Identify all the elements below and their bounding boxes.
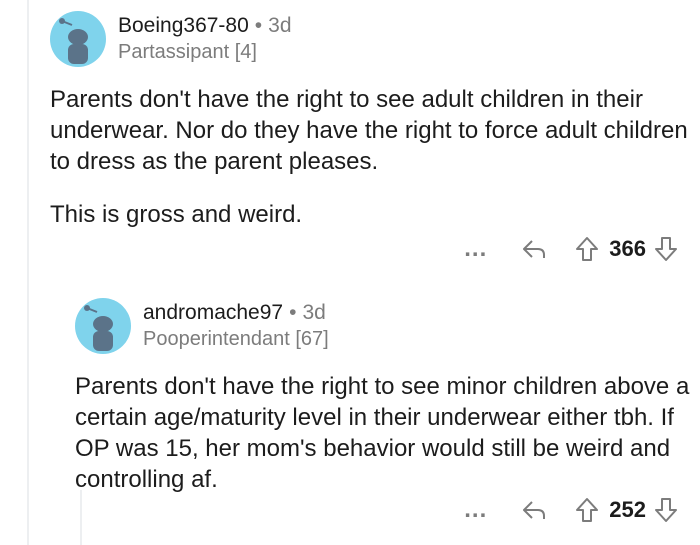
reply-comment: andromache97 • 3d Pooperintendant [67] Par…	[75, 295, 690, 522]
snoo-avatar-icon	[59, 18, 88, 64]
separator: •	[254, 14, 263, 37]
comment-paragraph: This is gross and weird.	[50, 201, 303, 228]
reply-arrow-icon[interactable]	[521, 238, 547, 260]
comment-header: Boeing367-80 • 3d Partassipant [4]	[50, 8, 690, 70]
separator: •	[289, 301, 297, 324]
comment-body: Parents don't have the right to see adul…	[50, 84, 690, 230]
comment-meta: Boeing367-80 • 3d Partassipant [4]	[118, 13, 292, 65]
downvote-arrow-icon[interactable]	[654, 236, 678, 262]
more-options-icon[interactable]: ...	[464, 237, 487, 261]
avatar[interactable]	[50, 11, 106, 67]
snoo-avatar-icon	[84, 305, 113, 351]
upvote-arrow-icon[interactable]	[575, 236, 599, 262]
comment-body: Parents don't have the right to see mino…	[75, 371, 690, 495]
comment-actions: ... 366	[464, 234, 678, 264]
vote-score: 252	[609, 497, 646, 522]
vote-score: 366	[609, 236, 646, 261]
comment-actions: ... 252	[464, 495, 678, 525]
username[interactable]: andromache97	[143, 301, 283, 324]
thread-line[interactable]	[27, 0, 29, 545]
avatar[interactable]	[75, 298, 131, 354]
upvote-arrow-icon[interactable]	[575, 497, 599, 523]
comment-age: 3d	[268, 14, 292, 37]
username[interactable]: Boeing367-80	[118, 14, 249, 37]
user-flair: Pooperintendant [67]	[143, 328, 329, 350]
comment-paragraph: Parents don't have the right to see adul…	[50, 86, 688, 175]
downvote-arrow-icon[interactable]	[654, 497, 678, 523]
user-flair: Partassipant [4]	[118, 41, 257, 63]
more-options-icon[interactable]: ...	[464, 498, 487, 522]
comment-meta: andromache97 • 3d Pooperintendant [67]	[143, 300, 329, 352]
comment-header: andromache97 • 3d Pooperintendant [67]	[75, 295, 690, 357]
comment-paragraph: Parents don't have the right to see mino…	[75, 373, 690, 493]
comment: Boeing367-80 • 3d Partassipant [4] Parents…	[50, 8, 690, 261]
reply-arrow-icon[interactable]	[521, 499, 547, 521]
comment-age: 3d	[302, 301, 326, 324]
